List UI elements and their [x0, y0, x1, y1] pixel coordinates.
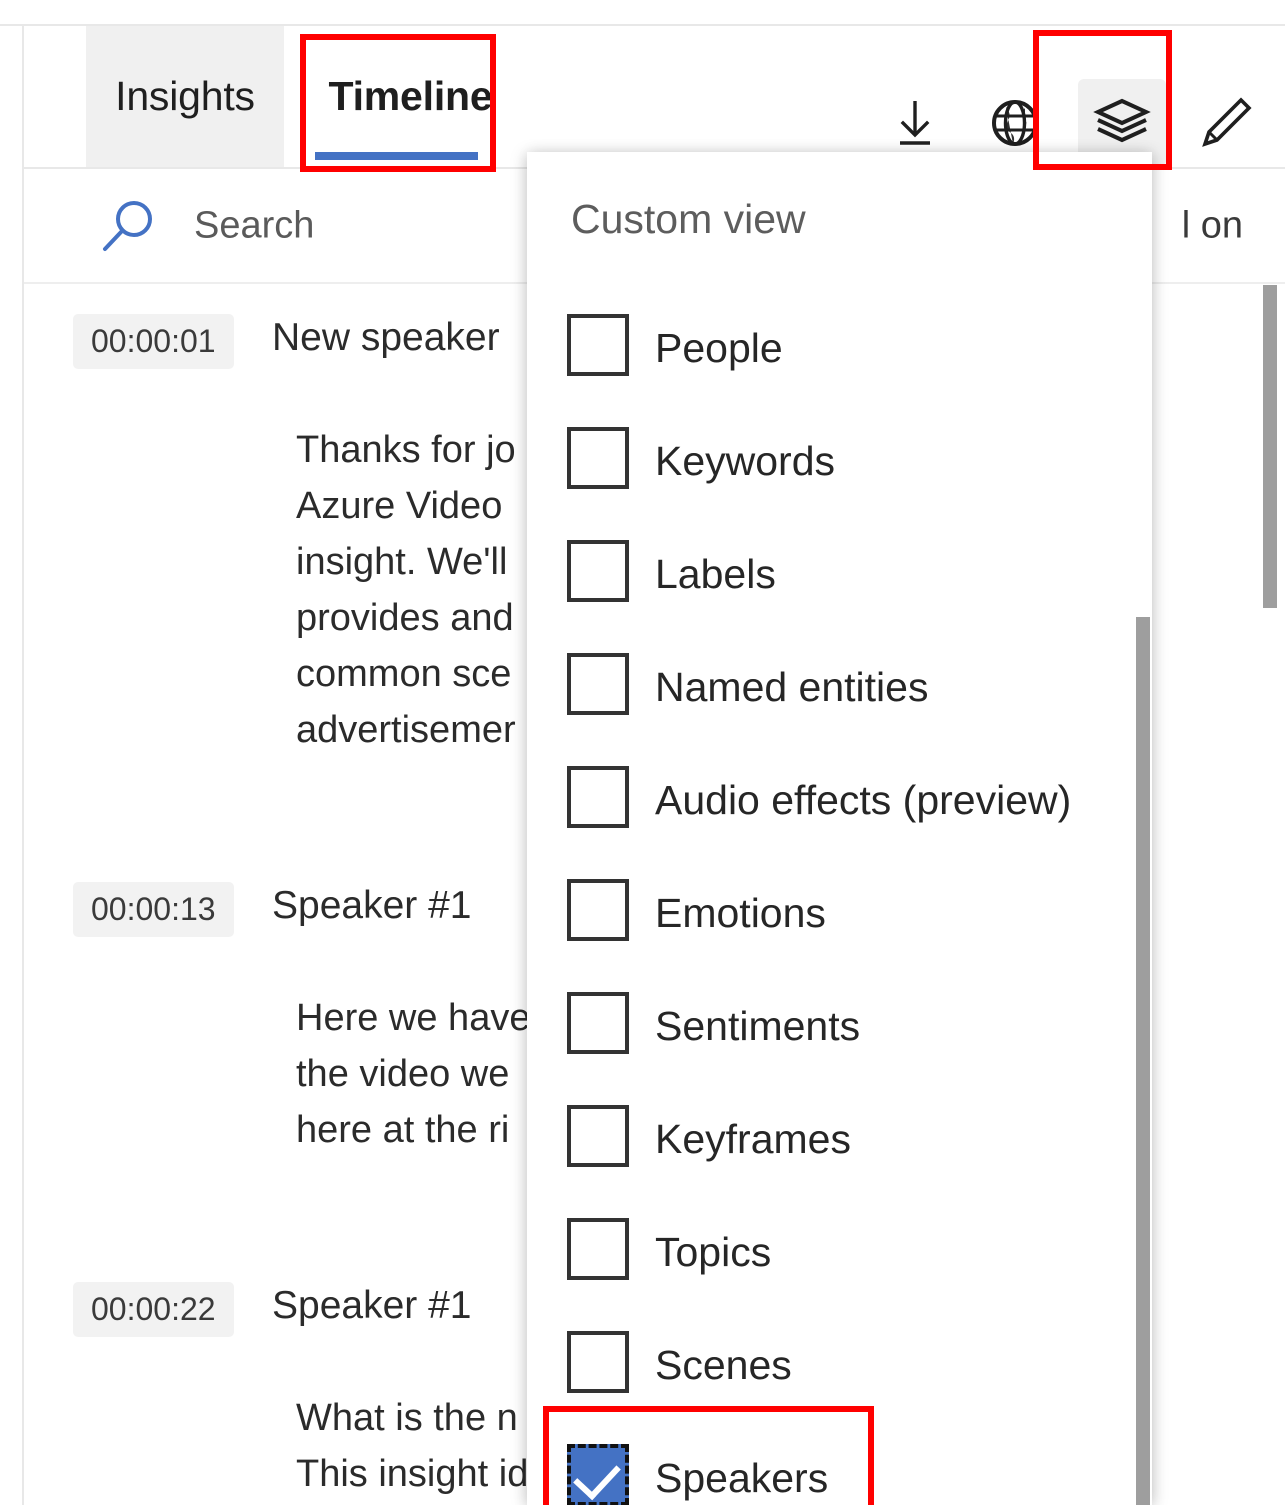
- checkbox-named-entities[interactable]: [567, 653, 629, 715]
- dropdown-item-scenes[interactable]: Scenes: [527, 1309, 1152, 1422]
- dropdown-item-speakers[interactable]: Speakers: [527, 1422, 1152, 1505]
- checkbox-emotions[interactable]: [567, 879, 629, 941]
- search-icon: [98, 196, 160, 258]
- tab-insights-label: Insights: [115, 73, 255, 119]
- dropdown-item-label: Scenes: [655, 1342, 792, 1388]
- speaker-name: New speaker: [272, 316, 500, 359]
- speaker-name: Speaker #1: [272, 884, 472, 927]
- dropdown-item-label: Keyframes: [655, 1116, 851, 1162]
- checkbox-keyframes[interactable]: [567, 1105, 629, 1167]
- dropdown-item-label: Speakers: [655, 1455, 829, 1501]
- dropdown-item-named-entities[interactable]: Named entities: [527, 631, 1152, 744]
- search-input[interactable]: Search: [194, 204, 314, 247]
- custom-view-option-list: People Keywords Labels Named entities Au…: [527, 292, 1152, 1505]
- dropdown-item-emotions[interactable]: Emotions: [527, 857, 1152, 970]
- layers-icon: [1092, 93, 1152, 153]
- checkbox-keywords[interactable]: [567, 427, 629, 489]
- active-tab-indicator: [315, 152, 478, 160]
- dropdown-item-label: Labels: [655, 551, 776, 597]
- custom-view-dropdown: Custom view People Keywords Labels Named…: [527, 152, 1152, 1505]
- checkbox-people[interactable]: [567, 314, 629, 376]
- dropdown-item-label: Sentiments: [655, 1003, 861, 1049]
- dropdown-item-label: Emotions: [655, 890, 826, 936]
- download-icon: [887, 95, 943, 151]
- checkbox-topics[interactable]: [567, 1218, 629, 1280]
- tab-strip: Insights Timeline: [24, 26, 1285, 167]
- timestamp-badge[interactable]: 00:00:01: [73, 314, 234, 370]
- edit-button[interactable]: [1182, 79, 1270, 167]
- dropdown-item-label: Named entities: [655, 664, 929, 710]
- page-scrollbar-thumb[interactable]: [1263, 285, 1277, 608]
- timestamp-badge[interactable]: 00:00:22: [73, 1282, 234, 1338]
- tab-timeline[interactable]: Timeline: [305, 26, 516, 167]
- checkbox-sentiments[interactable]: [567, 992, 629, 1054]
- dropdown-item-topics[interactable]: Topics: [527, 1196, 1152, 1309]
- dropdown-item-label: People: [655, 325, 783, 371]
- dropdown-item-label: Topics: [655, 1229, 772, 1275]
- dropdown-item-labels[interactable]: Labels: [527, 518, 1152, 631]
- dropdown-item-sentiments[interactable]: Sentiments: [527, 970, 1152, 1083]
- checkbox-labels[interactable]: [567, 540, 629, 602]
- pencil-icon: [1197, 94, 1255, 152]
- dropdown-title: Custom view: [571, 196, 806, 242]
- tab-insights[interactable]: Insights: [86, 26, 284, 167]
- dropdown-item-keyframes[interactable]: Keyframes: [527, 1083, 1152, 1196]
- checkbox-audio-effects[interactable]: [567, 766, 629, 828]
- dropdown-item-label: Keywords: [655, 438, 836, 484]
- speaker-name: Speaker #1: [272, 1284, 472, 1327]
- tab-timeline-label: Timeline: [328, 73, 493, 119]
- dropdown-item-keywords[interactable]: Keywords: [527, 405, 1152, 518]
- checkbox-speakers[interactable]: [567, 1444, 629, 1505]
- video-indexer-timeline-panel: Insights Timeline Search l on 00:00:01 N…: [0, 0, 1285, 1505]
- timestamp-badge[interactable]: 00:00:13: [73, 882, 234, 938]
- search-row-trailing-text: l on: [1181, 204, 1243, 246]
- globe-icon: [987, 95, 1043, 151]
- dropdown-item-audio-effects[interactable]: Audio effects (preview): [527, 744, 1152, 857]
- checkbox-scenes[interactable]: [567, 1331, 629, 1393]
- dropdown-item-people[interactable]: People: [527, 292, 1152, 405]
- dropdown-scrollbar-thumb[interactable]: [1136, 617, 1150, 1505]
- dropdown-item-label: Audio effects (preview): [655, 777, 1072, 823]
